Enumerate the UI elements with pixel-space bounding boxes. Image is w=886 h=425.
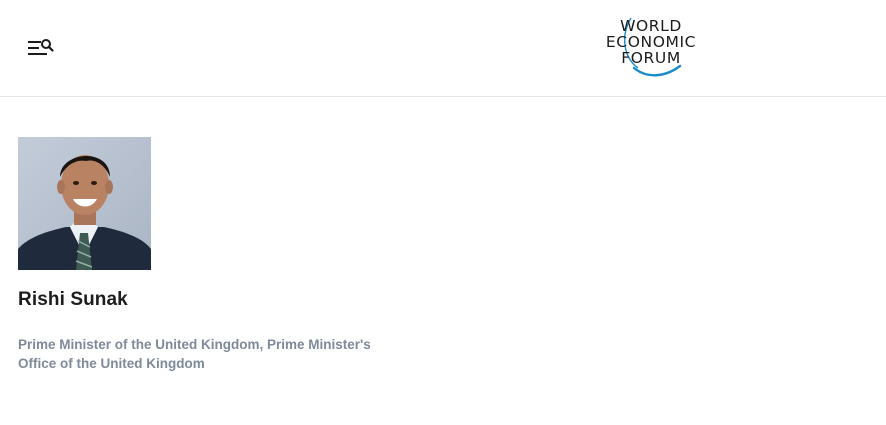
logo-line-3: FORUM xyxy=(621,49,681,67)
menu-search-icon xyxy=(28,39,54,55)
wef-logo[interactable]: WORLD ECONOMIC FORUM xyxy=(598,14,704,80)
speaker-name[interactable]: Rishi Sunak xyxy=(18,289,438,311)
speaker-card: Rishi Sunak Prime Minister of the United… xyxy=(18,137,438,373)
speaker-role: Prime Minister of the United Kingdom, Pr… xyxy=(18,337,371,371)
person-portrait-icon xyxy=(18,137,151,270)
speaker-photo[interactable] xyxy=(18,137,151,270)
wef-logo-mark: WORLD ECONOMIC FORUM xyxy=(606,17,695,77)
site-header: WORLD ECONOMIC FORUM xyxy=(0,0,886,97)
menu-search-button[interactable] xyxy=(26,35,56,59)
